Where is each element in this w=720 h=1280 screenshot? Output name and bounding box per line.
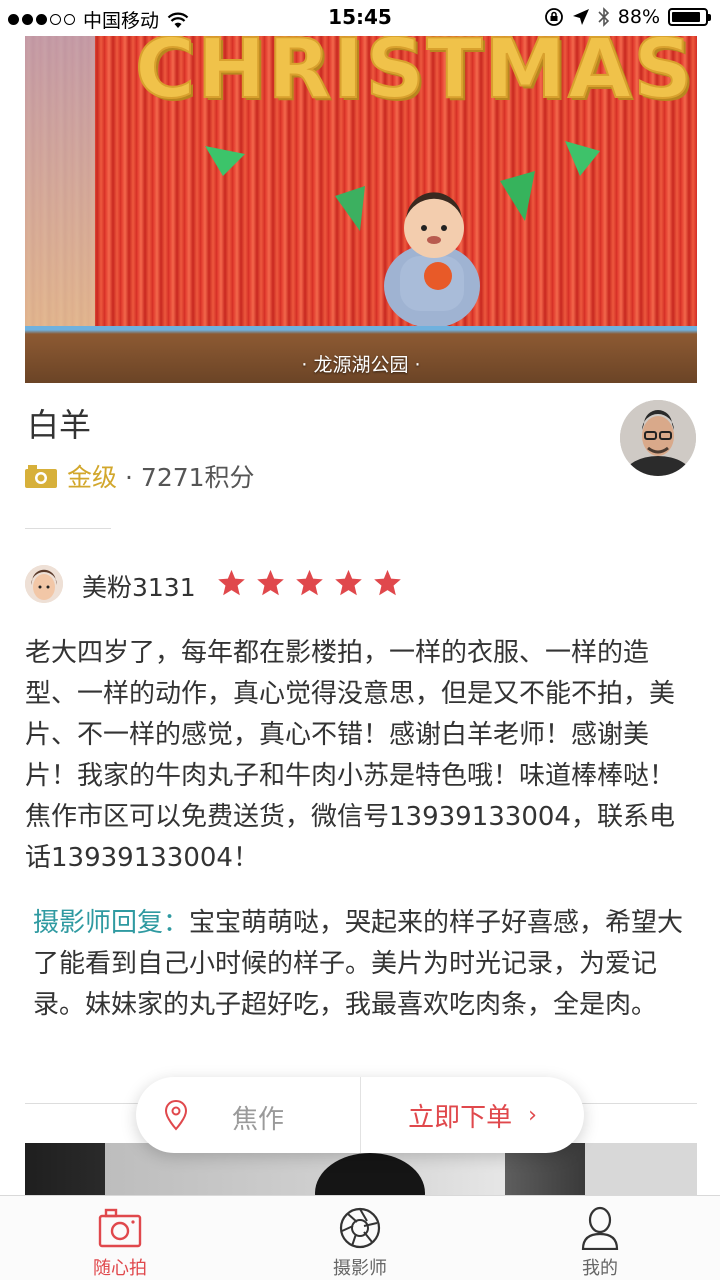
photographer-name[interactable]: 白羊 xyxy=(27,400,91,446)
review-text: 老大四岁了，每年都在影楼拍，一样的衣服、一样的造型、一样的动作，真心觉得没意思，… xyxy=(25,638,676,873)
tab-me[interactable]: 我的 xyxy=(540,1196,660,1280)
camera-icon xyxy=(98,1208,142,1248)
photographer-level-row: 金级 · 7271积分 xyxy=(25,458,255,494)
floating-order-bar: 焦作 立即下单 › xyxy=(136,1077,584,1153)
tab-label: 摄影师 xyxy=(333,1258,387,1279)
balloon-banner: CHRISTMAS xyxy=(134,36,695,118)
battery-icon xyxy=(668,8,711,26)
tab-photographer[interactable]: 摄影师 xyxy=(300,1196,420,1280)
side-panel xyxy=(25,36,95,336)
hero-photo[interactable]: CHRISTMAS · 龙源湖公园 · xyxy=(25,36,697,383)
reviewer-avatar-image xyxy=(25,565,63,603)
status-bar: 中国移动 15:45 88% xyxy=(0,0,720,36)
photographer-avatar[interactable] xyxy=(620,400,696,476)
reply-label: 摄影师回复： xyxy=(33,908,190,938)
rating-stars xyxy=(217,568,402,597)
bluetooth-icon xyxy=(598,7,609,27)
star-icon xyxy=(218,569,245,596)
order-now-button[interactable]: 立即下单 › xyxy=(361,1077,584,1153)
star-icon xyxy=(296,569,323,596)
next-photo-subject xyxy=(315,1153,425,1195)
star-icon xyxy=(374,569,401,596)
tab-suixinpai[interactable]: 随心拍 xyxy=(60,1196,180,1280)
location-pin-icon xyxy=(164,1099,188,1131)
aperture-icon xyxy=(339,1207,381,1249)
avatar-image xyxy=(620,400,696,476)
reviewer-avatar[interactable] xyxy=(25,565,63,603)
status-right: 88% xyxy=(544,6,711,28)
photographer-reply: 摄影师回复：宝宝萌萌哒，哭起来的样子好喜感，希望大了能看到自己小时候的样子。美片… xyxy=(33,903,697,1026)
star-icon xyxy=(335,569,362,596)
reviewer-name: 美粉3131 xyxy=(82,573,196,602)
divider xyxy=(25,528,111,529)
user-icon xyxy=(581,1206,619,1250)
rotation-lock-icon xyxy=(544,8,563,26)
level-label: 金级 xyxy=(67,463,118,492)
baby-figure xyxy=(366,192,498,345)
tab-label: 我的 xyxy=(582,1258,618,1279)
points-label: · 7271积分 xyxy=(125,463,255,492)
location-caption: · 龙源湖公园 · xyxy=(301,354,421,376)
city-label: 焦作 xyxy=(232,1105,285,1135)
city-selector[interactable]: 焦作 xyxy=(136,1077,360,1153)
chevron-right-icon: › xyxy=(528,1102,537,1128)
tab-bar: 随心拍 摄影师 我的 xyxy=(0,1195,720,1280)
order-now-label: 立即下单 xyxy=(408,1102,513,1133)
star-icon xyxy=(257,569,284,596)
battery-percent: 88% xyxy=(617,6,660,28)
camera-badge-icon xyxy=(25,465,57,488)
location-icon xyxy=(572,9,589,25)
tab-label: 随心拍 xyxy=(93,1258,147,1279)
